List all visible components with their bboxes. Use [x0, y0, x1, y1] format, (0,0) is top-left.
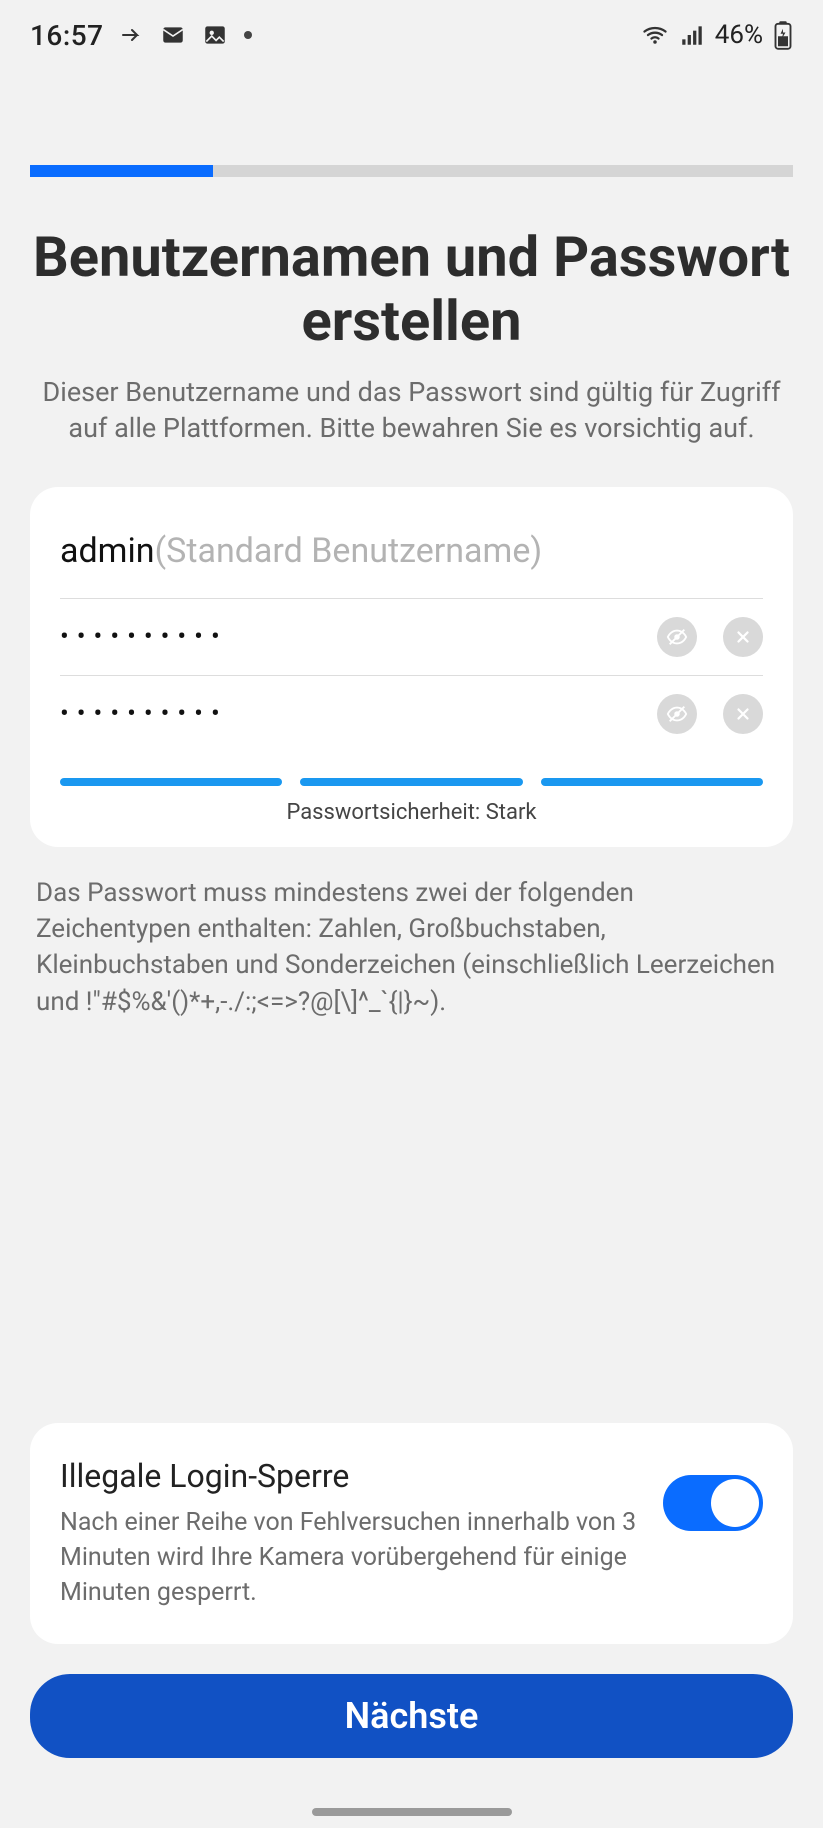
username-hint: (Standard Benutzername)	[155, 531, 543, 571]
toggle-visibility-icon[interactable]	[657, 617, 697, 657]
status-right: 46%	[641, 20, 793, 50]
next-button-label: Nächste	[345, 1695, 479, 1737]
location-icon	[120, 23, 144, 47]
password-confirm-field-icons	[657, 694, 763, 734]
password-confirm-field[interactable]: ••••••••••	[60, 676, 763, 752]
status-left: 16:57	[30, 19, 252, 52]
username-value: admin	[60, 531, 155, 571]
signal-icon	[679, 22, 705, 48]
strength-segment-1	[60, 778, 282, 786]
toggle-visibility-confirm-icon[interactable]	[657, 694, 697, 734]
next-button[interactable]: Nächste	[30, 1674, 793, 1758]
strength-segment-3	[541, 778, 763, 786]
lockout-title: Illegale Login-Sperre	[60, 1457, 643, 1495]
setup-progress-bar	[30, 165, 793, 177]
clear-password-icon[interactable]	[723, 617, 763, 657]
wifi-icon	[641, 21, 669, 49]
status-time: 16:57	[30, 19, 104, 52]
password-mask: ••••••••••	[60, 622, 657, 652]
lockout-toggle[interactable]	[663, 1475, 763, 1531]
password-field-icons	[657, 617, 763, 657]
password-rules-text: Das Passwort muss mindestens zwei der fo…	[36, 875, 787, 1021]
credentials-card: admin (Standard Benutzername) ••••••••••…	[30, 487, 793, 847]
username-field[interactable]: admin (Standard Benutzername)	[60, 523, 763, 599]
strength-segment-2	[300, 778, 522, 786]
clear-password-confirm-icon[interactable]	[723, 694, 763, 734]
toggle-knob	[711, 1479, 759, 1527]
lockout-description: Nach einer Reihe von Fehlversuchen inner…	[60, 1505, 643, 1610]
illegal-login-lockout-card: Illegale Login-Sperre Nach einer Reihe v…	[30, 1423, 793, 1644]
page-title: Benutzernamen und Passwort erstellen	[0, 225, 823, 354]
password-strength-meter	[60, 778, 763, 786]
password-strength-label: Passwortsicherheit: Stark	[60, 800, 763, 825]
password-field[interactable]: ••••••••••	[60, 599, 763, 676]
lockout-text-block: Illegale Login-Sperre Nach einer Reihe v…	[60, 1457, 643, 1610]
page-subtitle: Dieser Benutzername und das Passwort sin…	[0, 374, 823, 447]
setup-progress-fill	[30, 165, 213, 177]
more-dot-icon	[244, 31, 252, 39]
password-confirm-mask: ••••••••••	[60, 699, 657, 729]
nav-gesture-handle[interactable]	[312, 1808, 512, 1816]
battery-percent: 46%	[715, 20, 763, 50]
mail-icon	[160, 22, 186, 48]
image-icon	[202, 22, 228, 48]
battery-icon	[773, 20, 793, 50]
status-bar: 16:57 46%	[0, 0, 823, 70]
